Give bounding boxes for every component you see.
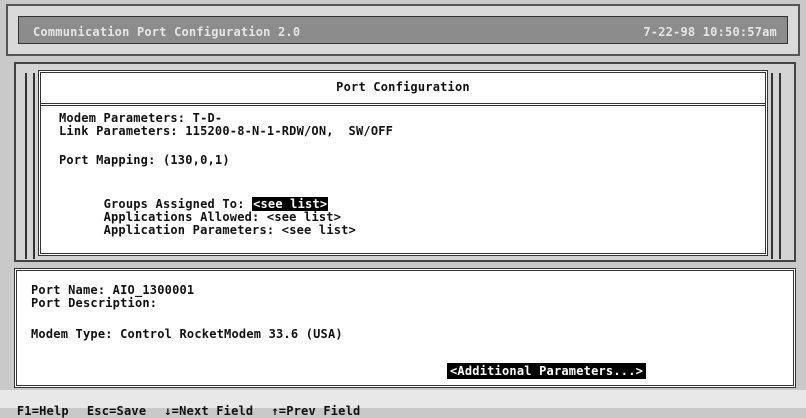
link-parameters[interactable]: Link Parameters: 115200-8-N-1-RDW/ON, SW…	[59, 124, 393, 138]
application-parameters-row: Application Parameters: <see list>	[59, 209, 356, 251]
port-configuration-title: Port Configuration	[336, 80, 470, 94]
additional-parameters-button[interactable]: <Additional Parameters...>	[447, 363, 647, 379]
port-mapping[interactable]: Port Mapping: (130,0,1)	[59, 153, 230, 167]
date-time: 7-22-98 10:50:57am	[643, 25, 777, 39]
application-parameters-see-list-link[interactable]: <see list>	[282, 223, 356, 237]
save-key[interactable]: Esc=Save	[87, 404, 146, 418]
frame-decoration-left	[25, 73, 35, 259]
port-configuration-area: Port Configuration Modem Parameters: T-D…	[14, 62, 796, 262]
port-description-field[interactable]: Port Description:	[31, 296, 157, 310]
modem-type-field[interactable]: Modem Type: Control RocketModem 33.6 (US…	[31, 327, 343, 341]
application-parameters-label: Application Parameters:	[103, 223, 282, 237]
help-key[interactable]: F1=Help	[17, 404, 69, 418]
modem-parameters[interactable]: Modem Parameters: T-D-	[59, 111, 222, 125]
port-detail-panel: Port Name: AIO_1300001 Port Description:…	[14, 268, 796, 388]
prev-field-key[interactable]: ↑=Prev Field	[271, 404, 360, 418]
title-bar-inner: Communication Port Configuration 2.0 7-2…	[18, 16, 788, 44]
port-name-field[interactable]: Port Name: AIO_1300001	[31, 283, 194, 297]
port-configuration-panel: Port Configuration Modem Parameters: T-D…	[25, 70, 781, 259]
title-bar: Communication Port Configuration 2.0 7-2…	[6, 4, 800, 56]
frame-decoration-right	[771, 73, 781, 259]
function-key-bar: F1=Help Esc=Save ↓=Next Field ↑=Prev Field	[0, 390, 806, 418]
next-field-key[interactable]: ↓=Next Field	[164, 404, 253, 418]
port-configuration-header: Port Configuration	[41, 73, 765, 106]
app-title: Communication Port Configuration 2.0	[33, 25, 301, 39]
